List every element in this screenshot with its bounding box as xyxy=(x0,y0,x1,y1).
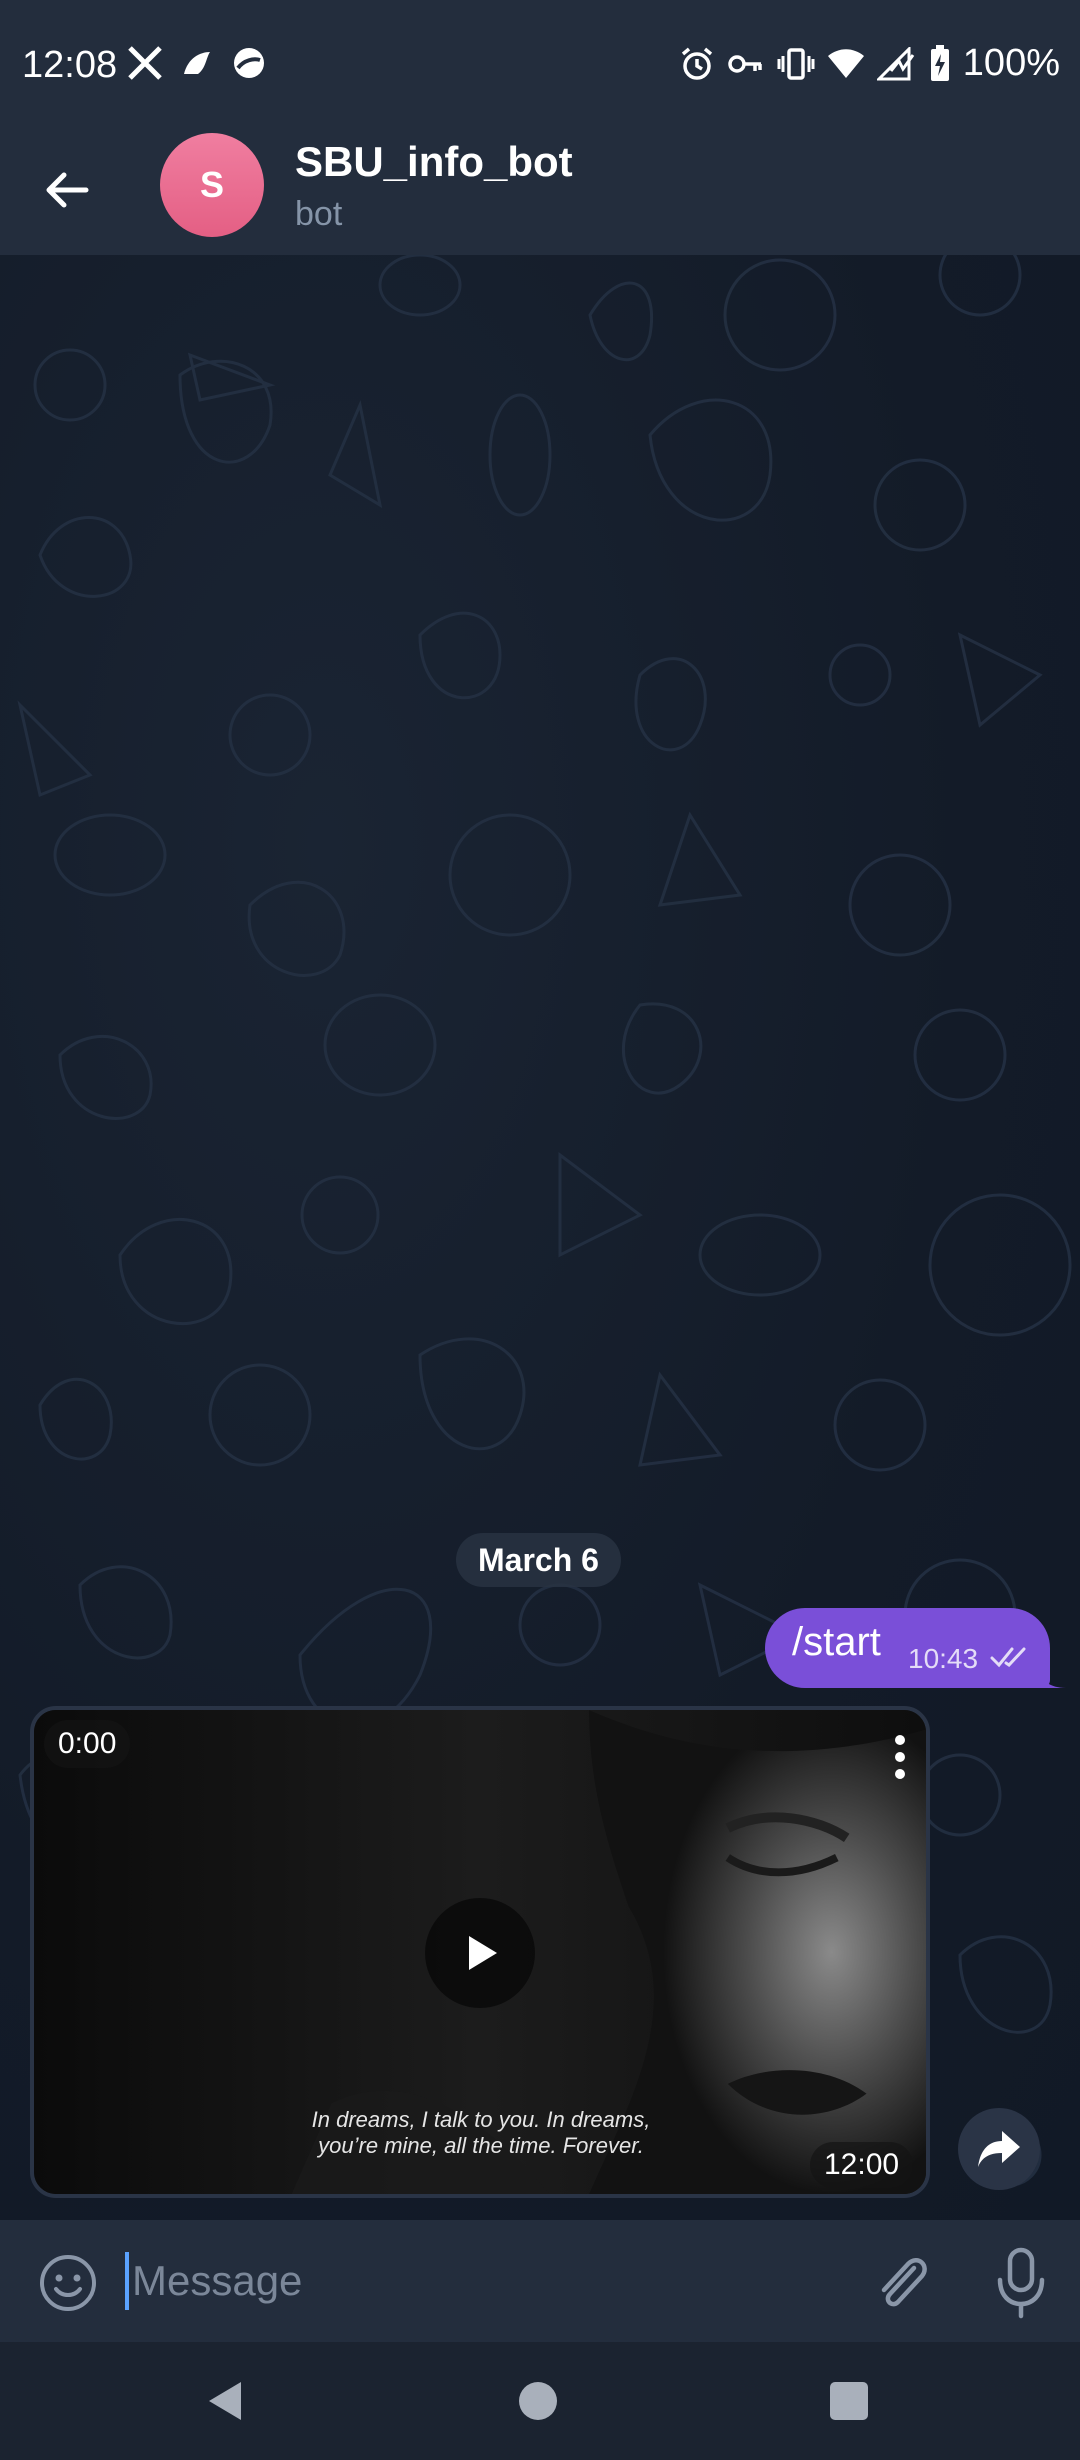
attach-icon[interactable] xyxy=(870,2248,934,2318)
outgoing-message-time: 10:43 xyxy=(908,1643,979,1674)
battery-charging-icon xyxy=(930,44,949,81)
vpn-key-icon xyxy=(728,54,762,73)
x-app-icon xyxy=(128,46,162,80)
video-message-time: 12:00 xyxy=(810,2142,914,2188)
battery-percent: 100% xyxy=(962,42,1060,84)
nav-back-icon[interactable] xyxy=(205,2378,245,2424)
video-more-icon[interactable] xyxy=(880,1728,920,1788)
bird-app-icon xyxy=(184,52,210,74)
date-separator: March 6 xyxy=(456,1533,621,1587)
vibrate-icon xyxy=(777,47,815,80)
nav-recents-icon[interactable] xyxy=(830,2382,868,2420)
text-cursor xyxy=(125,2252,129,2310)
emoji-icon[interactable] xyxy=(36,2251,100,2315)
play-button[interactable] xyxy=(425,1898,535,2008)
status-app-icons xyxy=(126,44,268,82)
microphone-icon[interactable] xyxy=(990,2246,1052,2320)
alarm-icon xyxy=(681,47,712,80)
signal-icon xyxy=(876,46,915,80)
forward-icon xyxy=(978,2131,1020,2167)
play-icon xyxy=(469,1936,497,1970)
bubble-tail xyxy=(1036,1668,1066,1688)
status-time: 12:08 xyxy=(22,44,118,86)
chat-subtitle: bot xyxy=(295,195,343,233)
browser-app-icon xyxy=(234,48,264,78)
double-check-icon xyxy=(990,1647,1026,1668)
video-duration-badge: 0:00 xyxy=(44,1720,131,1768)
message-input[interactable] xyxy=(132,2252,792,2310)
chat-title[interactable]: SBU_info_bot xyxy=(295,138,573,186)
avatar[interactable]: S xyxy=(160,133,264,237)
video-subtitle-line-1: In dreams, I talk to you. In dreams, xyxy=(311,2107,651,2132)
wifi-icon xyxy=(827,48,864,78)
forward-button[interactable] xyxy=(958,2108,1040,2190)
video-subtitle-line-2: you’re mine, all the time. Forever. xyxy=(318,2133,644,2158)
back-arrow-icon[interactable] xyxy=(38,160,98,220)
outgoing-message-text: /start xyxy=(792,1620,881,1664)
status-indicators: 100% xyxy=(679,42,1060,85)
nav-home-icon[interactable] xyxy=(519,2382,557,2420)
